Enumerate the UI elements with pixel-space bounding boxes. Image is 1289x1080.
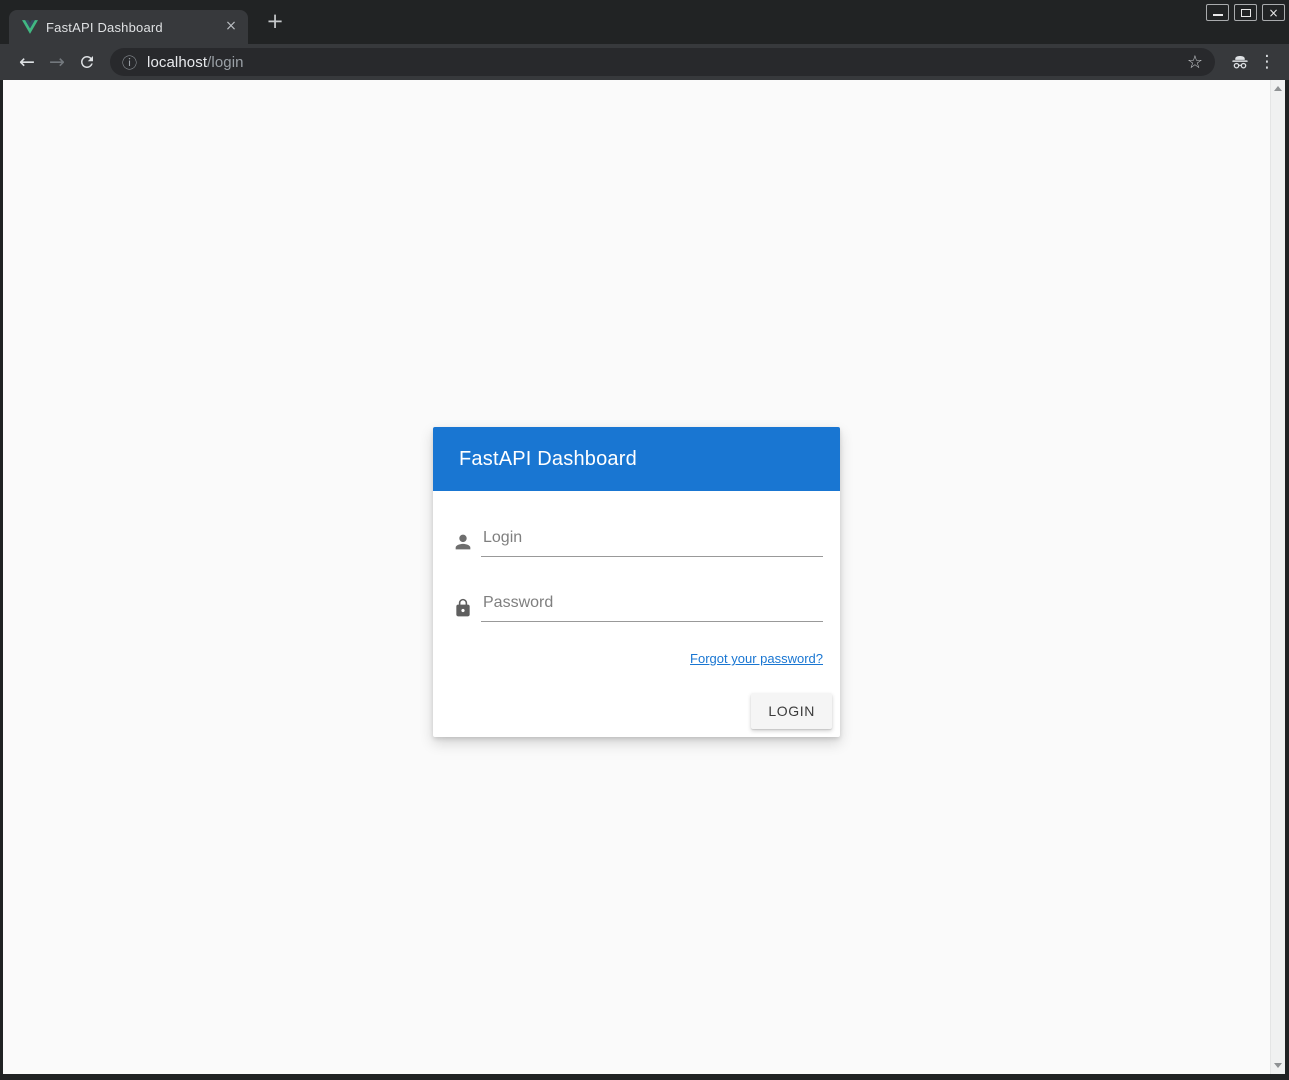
tab-title: FastAPI Dashboard <box>46 20 214 35</box>
new-tab-button[interactable]: + <box>262 9 288 35</box>
browser-window: FastAPI Dashboard × + × ← → <box>0 0 1289 1080</box>
forward-button[interactable]: → <box>42 47 72 77</box>
close-button[interactable]: × <box>1262 4 1285 21</box>
login-card-actions: LOGIN <box>433 667 840 737</box>
address-bar[interactable]: ⓘ localhost/login ☆ <box>110 48 1215 76</box>
window-controls: × <box>1206 4 1285 21</box>
close-icon: × <box>1268 7 1278 19</box>
lock-icon <box>451 598 475 618</box>
login-card-body: Forgot your password? <box>433 491 840 667</box>
forgot-password-row: Forgot your password? <box>451 651 823 667</box>
reload-button[interactable] <box>72 47 102 77</box>
back-arrow-icon: ← <box>19 51 35 73</box>
person-icon <box>451 531 475 553</box>
url-path: /login <box>207 54 243 71</box>
tab-close-icon[interactable]: × <box>222 18 240 36</box>
bookmark-star-icon[interactable]: ☆ <box>1187 52 1203 73</box>
titlebar[interactable]: FastAPI Dashboard × + × <box>0 0 1289 44</box>
forgot-password-link[interactable]: Forgot your password? <box>690 651 823 666</box>
scroll-up-icon[interactable] <box>1274 86 1282 91</box>
password-input[interactable] <box>481 594 823 622</box>
login-card: FastAPI Dashboard <box>433 427 840 737</box>
back-button[interactable]: ← <box>12 47 42 77</box>
vue-favicon-icon <box>22 19 38 35</box>
reload-icon <box>78 53 96 71</box>
scroll-down-icon[interactable] <box>1274 1063 1282 1068</box>
login-button[interactable]: LOGIN <box>751 693 832 729</box>
page-content: FastAPI Dashboard <box>3 80 1285 1074</box>
maximize-icon <box>1241 9 1251 17</box>
url-text[interactable]: localhost/login <box>147 54 1187 71</box>
minimize-button[interactable] <box>1206 4 1229 21</box>
page-scrollbar[interactable] <box>1270 80 1285 1074</box>
url-host: localhost <box>147 54 207 71</box>
login-input[interactable] <box>481 529 823 557</box>
incognito-icon <box>1225 51 1255 73</box>
login-card-header: FastAPI Dashboard <box>433 427 840 491</box>
minimize-icon <box>1213 14 1223 16</box>
browser-toolbar: ← → ⓘ localhost/login ☆ ⋮ <box>0 44 1289 80</box>
browser-menu-button[interactable]: ⋮ <box>1255 52 1279 72</box>
maximize-button[interactable] <box>1234 4 1257 21</box>
page-info-icon[interactable]: ⓘ <box>122 52 137 73</box>
forward-arrow-icon: → <box>49 51 65 73</box>
password-field-row <box>451 586 823 622</box>
login-card-title: FastAPI Dashboard <box>459 448 637 471</box>
login-field-row <box>451 521 823 557</box>
browser-tab[interactable]: FastAPI Dashboard × <box>9 10 248 44</box>
